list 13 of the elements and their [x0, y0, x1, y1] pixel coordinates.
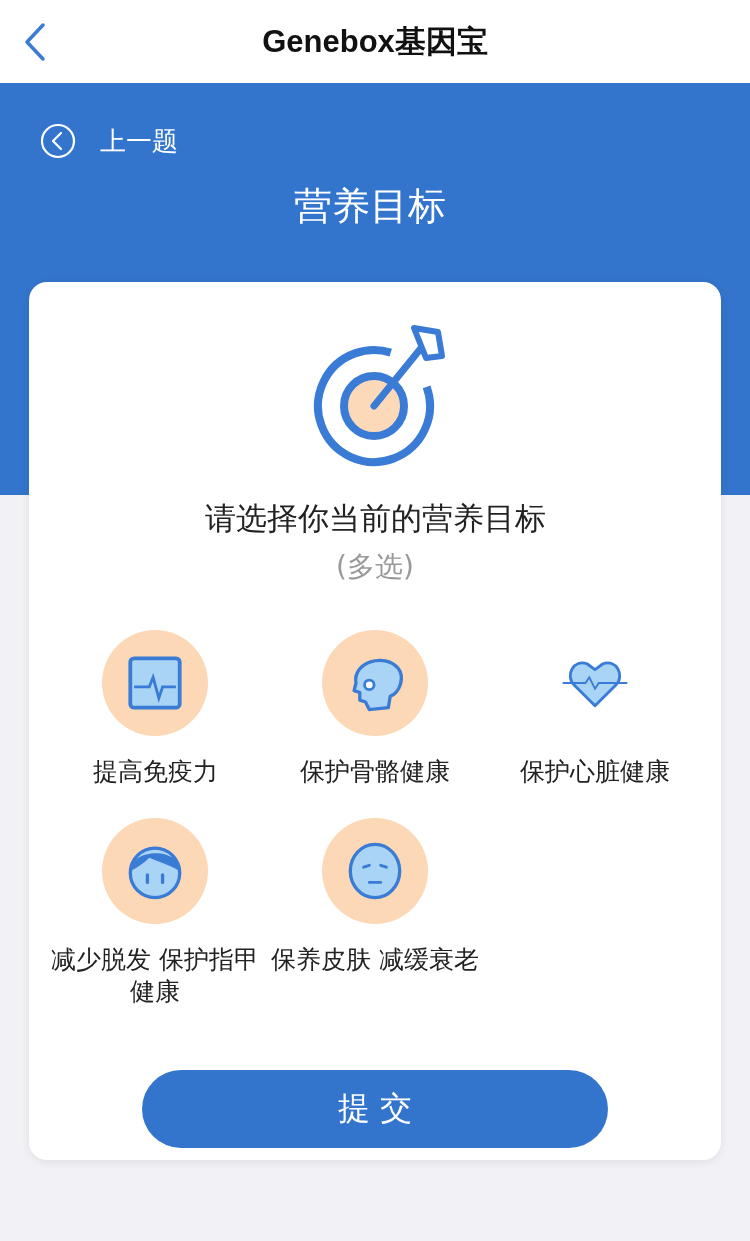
option-label: 保护骨骼健康	[299, 756, 451, 788]
page-title: 营养目标	[293, 183, 447, 230]
option-label: 保养皮肤 减缓衰老	[270, 944, 480, 976]
back-circle-icon	[40, 123, 76, 159]
previous-link[interactable]: 上一题	[40, 123, 178, 159]
question-text: 请选择你当前的营养目标	[204, 499, 546, 538]
back-icon[interactable]	[22, 21, 48, 62]
option-label: 减少脱发 保护指甲健康	[50, 944, 260, 1008]
nav-title: Genebox基因宝	[261, 22, 489, 61]
hint-text: (多选)	[336, 549, 414, 585]
submit-button[interactable]: 提 交	[142, 1070, 608, 1148]
option-label: 提高免疫力	[91, 756, 219, 788]
option-label: 保护心脏健康	[519, 756, 671, 788]
